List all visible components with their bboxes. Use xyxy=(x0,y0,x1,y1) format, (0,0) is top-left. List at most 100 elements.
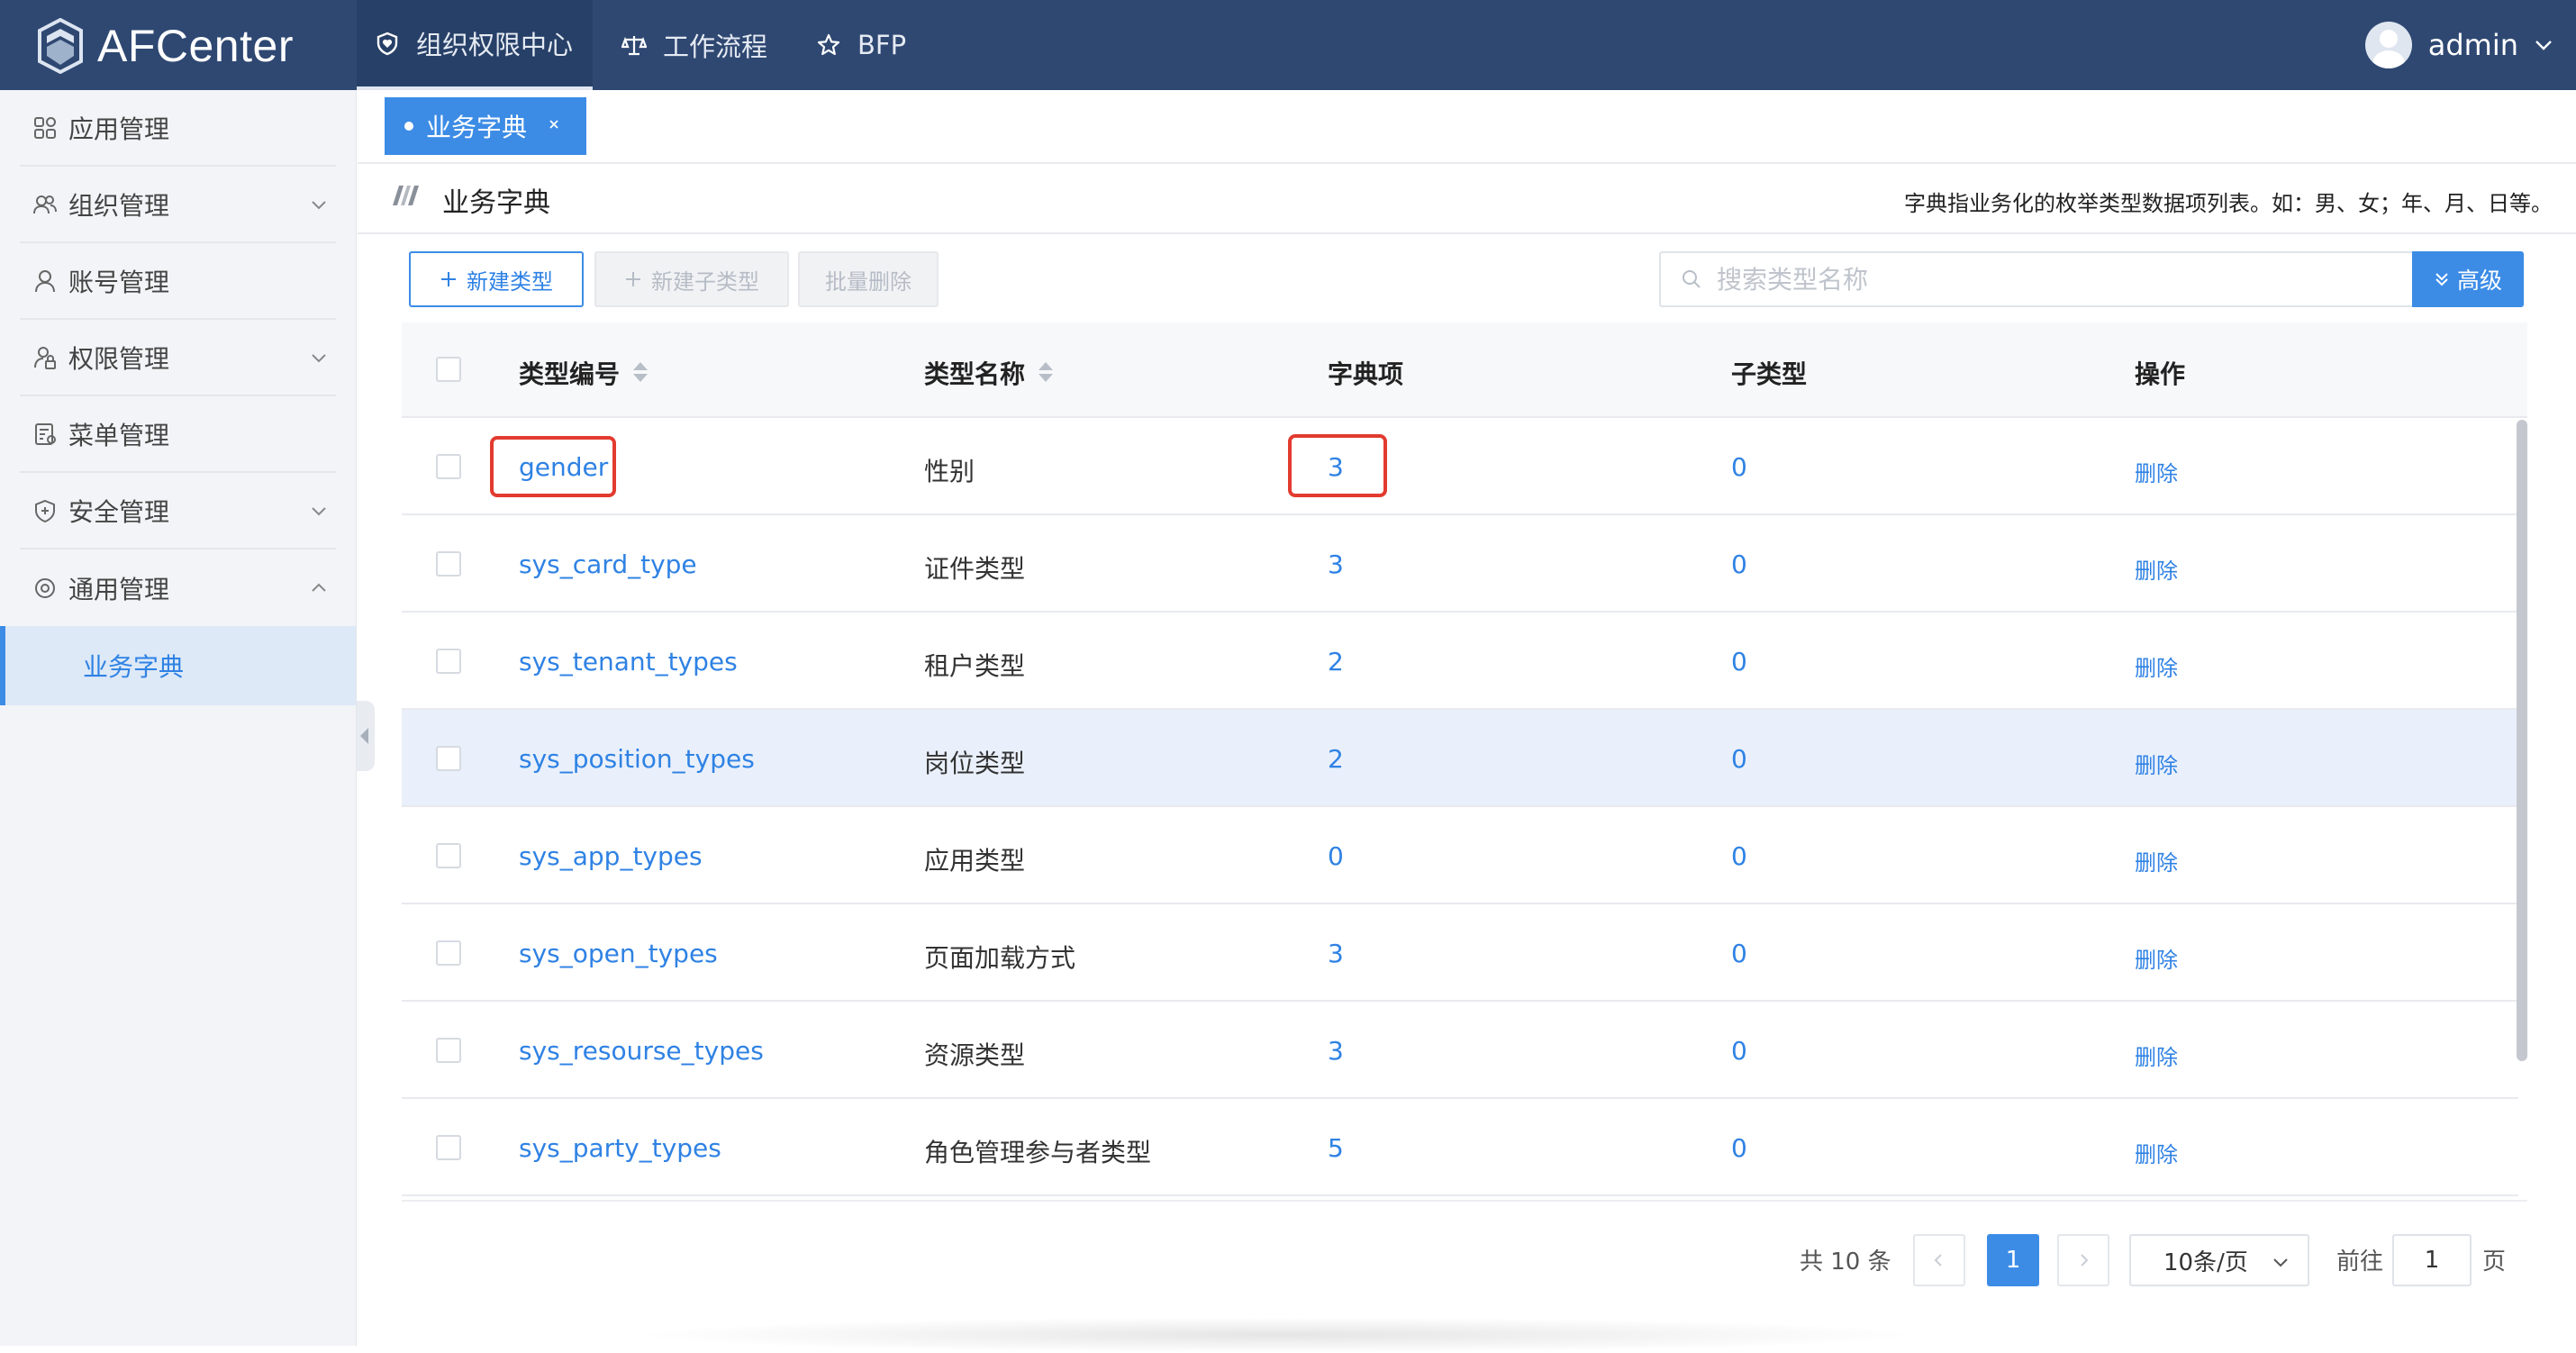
search-input[interactable] xyxy=(1717,264,2401,295)
column-label: 字典项 xyxy=(1328,359,1404,389)
sidebar-item-app-management[interactable]: 应用管理 xyxy=(20,90,336,167)
sidebar-subitem-business-dictionary[interactable]: 业务字典 xyxy=(0,626,356,705)
chevron-left-icon xyxy=(1934,1254,1942,1267)
delete-link[interactable]: 删除 xyxy=(2135,1137,2178,1168)
topnav-org-permission[interactable]: 组织权限中心 xyxy=(357,0,594,90)
table-row: gender 性别 3 0 删除 xyxy=(402,418,2518,515)
sidebar-collapse-handle[interactable] xyxy=(357,701,375,771)
type-code-link[interactable]: sys_resourse_types xyxy=(519,1036,764,1066)
chevron-down-icon xyxy=(312,353,326,362)
row-checkbox[interactable] xyxy=(436,940,461,966)
sidebar-item-label: 安全管理 xyxy=(68,496,170,527)
column-label: 类型名称 xyxy=(924,359,1026,389)
table-scrollbar[interactable] xyxy=(2517,420,2527,1061)
delete-link[interactable]: 删除 xyxy=(2135,553,2178,585)
dict-items-link[interactable]: 2 xyxy=(1328,744,1344,774)
delete-link[interactable]: 删除 xyxy=(2135,1040,2178,1071)
advanced-search-button[interactable]: 高级 xyxy=(2412,251,2524,307)
delete-link[interactable]: 删除 xyxy=(2135,942,2178,974)
type-code-link[interactable]: sys_tenant_types xyxy=(519,647,738,676)
button-label: 批量删除 xyxy=(825,268,912,295)
type-code-link[interactable]: sys_card_type xyxy=(519,549,697,579)
subtypes-link[interactable]: 0 xyxy=(1731,549,1747,579)
sidebar-item-org-management[interactable]: 组织管理 xyxy=(20,167,336,243)
type-code-link[interactable]: sys_open_types xyxy=(519,939,718,968)
table-header: 类型编号 类型名称 字典项 子类型 操作 xyxy=(402,322,2527,418)
new-subtype-button[interactable]: 新建子类型 xyxy=(594,251,789,307)
type-code-link[interactable]: sys_position_types xyxy=(519,744,755,774)
new-type-button[interactable]: 新建类型 xyxy=(409,251,584,307)
column-label: 子类型 xyxy=(1731,359,1808,389)
subtypes-link[interactable]: 0 xyxy=(1731,744,1747,774)
page-size-select[interactable]: 10条/页 xyxy=(2129,1234,2309,1286)
row-checkbox[interactable] xyxy=(436,1135,461,1160)
goto-page-input[interactable] xyxy=(2392,1234,2472,1286)
delete-link[interactable]: 删除 xyxy=(2135,456,2178,487)
dict-items-link[interactable]: 3 xyxy=(1328,1036,1344,1066)
delete-link[interactable]: 删除 xyxy=(2135,748,2178,779)
sidebar-item-permission-management[interactable]: 权限管理 xyxy=(20,320,336,396)
sidebar-item-general-management[interactable]: 通用管理 xyxy=(20,549,336,626)
subtypes-link[interactable]: 0 xyxy=(1731,939,1747,968)
row-checkbox[interactable] xyxy=(436,843,461,868)
subtypes-link[interactable]: 0 xyxy=(1731,647,1747,676)
column-header-code[interactable]: 类型编号 xyxy=(519,355,649,391)
app-logo[interactable]: AFCenter xyxy=(36,18,294,74)
type-code-link[interactable]: sys_party_types xyxy=(519,1133,721,1163)
type-name: 岗位类型 xyxy=(924,749,1026,778)
column-header-name[interactable]: 类型名称 xyxy=(924,355,1054,391)
sidebar-item-security-management[interactable]: 安全管理 xyxy=(20,473,336,549)
delete-link[interactable]: 删除 xyxy=(2135,845,2178,876)
row-checkbox[interactable] xyxy=(436,746,461,771)
user-name: admin xyxy=(2427,28,2518,62)
dict-items-link[interactable]: 3 xyxy=(1328,939,1344,968)
row-checkbox[interactable] xyxy=(436,1038,461,1063)
dict-items-link[interactable]: 5 xyxy=(1328,1133,1344,1163)
page-number-current[interactable]: 1 xyxy=(1987,1234,2039,1286)
chevron-up-icon xyxy=(312,583,326,592)
subtypes-link[interactable]: 0 xyxy=(1731,841,1747,871)
sidebar-item-menu-management[interactable]: 菜单管理 xyxy=(20,396,336,473)
topnav-label: BFP xyxy=(857,30,907,60)
topnav-workflow[interactable]: 工作流程 xyxy=(603,0,787,90)
row-checkbox[interactable] xyxy=(436,551,461,577)
prev-page-button[interactable] xyxy=(1913,1234,1965,1286)
batch-delete-button[interactable]: 批量删除 xyxy=(798,251,939,307)
type-name: 租户类型 xyxy=(924,651,1026,681)
user-menu[interactable]: admin xyxy=(2364,0,2554,90)
subtypes-link[interactable]: 0 xyxy=(1731,1036,1747,1066)
subtypes-link[interactable]: 0 xyxy=(1731,1133,1747,1163)
sidebar-item-label: 权限管理 xyxy=(68,343,170,374)
select-all-checkbox[interactable] xyxy=(436,357,461,382)
row-checkbox[interactable] xyxy=(436,649,461,674)
shield-plus-icon xyxy=(35,499,55,522)
type-code-link[interactable]: sys_app_types xyxy=(519,841,703,871)
avatar xyxy=(2364,22,2412,68)
type-name: 角色管理参与者类型 xyxy=(924,1138,1152,1167)
sidebar-item-account-management[interactable]: 账号管理 xyxy=(20,243,336,320)
sort-icon[interactable] xyxy=(632,361,649,385)
table-row: sys_open_types 页面加载方式 3 0 删除 xyxy=(402,904,2518,1002)
delete-link[interactable]: 删除 xyxy=(2135,650,2178,682)
table-row: sys_tenant_types 租户类型 2 0 删除 xyxy=(402,613,2518,710)
next-page-button[interactable] xyxy=(2057,1234,2109,1286)
close-icon[interactable] xyxy=(547,117,561,132)
row-checkbox[interactable] xyxy=(436,454,461,479)
type-name: 页面加载方式 xyxy=(924,943,1076,973)
subtypes-link[interactable]: 0 xyxy=(1731,452,1747,482)
page-unit-label: 页 xyxy=(2482,1248,2507,1276)
sort-icon[interactable] xyxy=(1038,361,1054,385)
title-mark-icon xyxy=(393,186,419,205)
user-icon xyxy=(35,269,55,292)
dict-items-link[interactable]: 2 xyxy=(1328,647,1344,676)
search-icon xyxy=(1683,270,1701,288)
tab-business-dictionary[interactable]: 业务字典 xyxy=(385,97,586,155)
topnav-bfp[interactable]: BFP xyxy=(798,0,926,90)
active-dot xyxy=(404,122,413,131)
app-name: AFCenter xyxy=(97,21,294,71)
type-name: 应用类型 xyxy=(924,846,1026,876)
dict-items-link[interactable]: 0 xyxy=(1328,841,1344,871)
dict-items-link[interactable]: 3 xyxy=(1328,549,1344,579)
sidebar-item-label: 应用管理 xyxy=(68,114,170,144)
column-label: 类型编号 xyxy=(519,359,621,389)
